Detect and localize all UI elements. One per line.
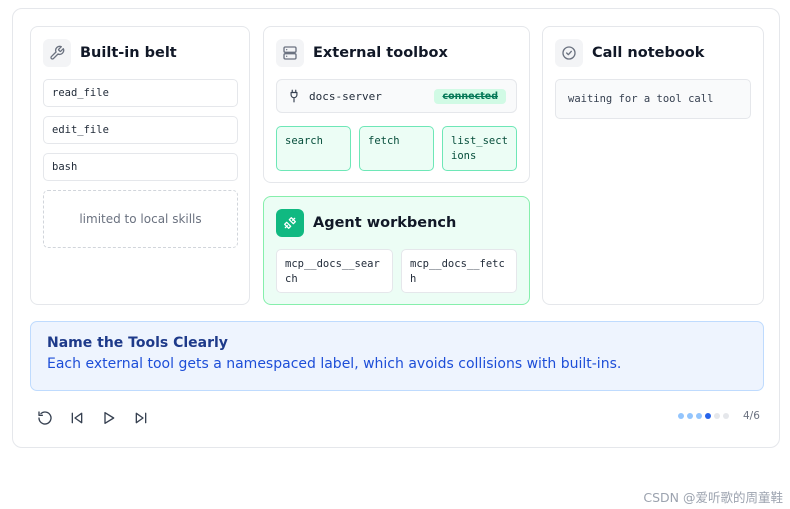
connector-icon bbox=[276, 209, 304, 237]
plug-icon bbox=[290, 89, 298, 103]
workbench-tool-fetch[interactable]: mcp__docs__fetch bbox=[401, 249, 517, 293]
restart-icon bbox=[38, 411, 52, 425]
workbench-tool-search[interactable]: mcp__docs__search bbox=[276, 249, 393, 293]
notebook-status: waiting for a tool call bbox=[555, 79, 751, 119]
server-name: docs-server bbox=[309, 89, 382, 103]
step-indicator bbox=[678, 413, 732, 419]
playback-controls bbox=[35, 408, 163, 428]
step-dot[interactable] bbox=[696, 413, 702, 419]
builtin-tool-read-file: read_file bbox=[43, 79, 238, 107]
agent-workbench-card: Agent workbench mcp__docs__search mcp__d… bbox=[263, 196, 530, 305]
step-dot[interactable] bbox=[678, 413, 684, 419]
next-icon bbox=[135, 412, 147, 424]
call-notebook-title: Call notebook bbox=[592, 45, 705, 61]
builtin-belt-card: Built-in belt read_file edit_file bash l… bbox=[30, 26, 250, 305]
step-dot[interactable] bbox=[723, 413, 729, 419]
next-button[interactable] bbox=[131, 408, 151, 428]
step-dot[interactable] bbox=[687, 413, 693, 419]
docs-server-row[interactable]: docs-server connected bbox=[276, 79, 517, 113]
play-button[interactable] bbox=[99, 408, 119, 428]
step-dot[interactable] bbox=[705, 413, 711, 419]
external-tool-fetch[interactable]: fetch bbox=[359, 126, 434, 171]
page-count: 4/6 bbox=[743, 410, 760, 422]
server-status-badge: connected bbox=[434, 88, 506, 104]
callout-title: Name the Tools Clearly bbox=[47, 335, 228, 351]
restart-button[interactable] bbox=[35, 408, 55, 428]
external-toolbox-title: External toolbox bbox=[313, 45, 448, 61]
play-icon bbox=[104, 412, 115, 424]
builtin-tool-bash: bash bbox=[43, 153, 238, 181]
builtin-tool-edit-file: edit_file bbox=[43, 116, 238, 144]
previous-icon bbox=[71, 412, 83, 424]
builtin-belt-title: Built-in belt bbox=[80, 45, 177, 61]
watermark: CSDN @爱听歌的周童鞋 bbox=[643, 490, 783, 505]
call-notebook-card: Call notebook waiting for a tool call bbox=[542, 26, 764, 305]
check-circle-icon bbox=[555, 39, 583, 67]
previous-button[interactable] bbox=[67, 408, 87, 428]
builtin-limit-note: limited to local skills bbox=[43, 190, 238, 248]
external-tool-search[interactable]: search bbox=[276, 126, 351, 171]
wrench-icon bbox=[43, 39, 71, 67]
step-dot[interactable] bbox=[714, 413, 720, 419]
server-icon bbox=[276, 39, 304, 67]
callout-text: Each external tool gets a namespaced lab… bbox=[47, 356, 622, 372]
external-toolbox-card: External toolbox docs-server connected s… bbox=[263, 26, 530, 183]
lesson-frame: Built-in belt read_file edit_file bash l… bbox=[12, 8, 780, 448]
external-tool-list-sections[interactable]: list_sections bbox=[442, 126, 517, 171]
lesson-callout: Name the Tools Clearly Each external too… bbox=[30, 321, 764, 391]
agent-workbench-title: Agent workbench bbox=[313, 215, 457, 231]
